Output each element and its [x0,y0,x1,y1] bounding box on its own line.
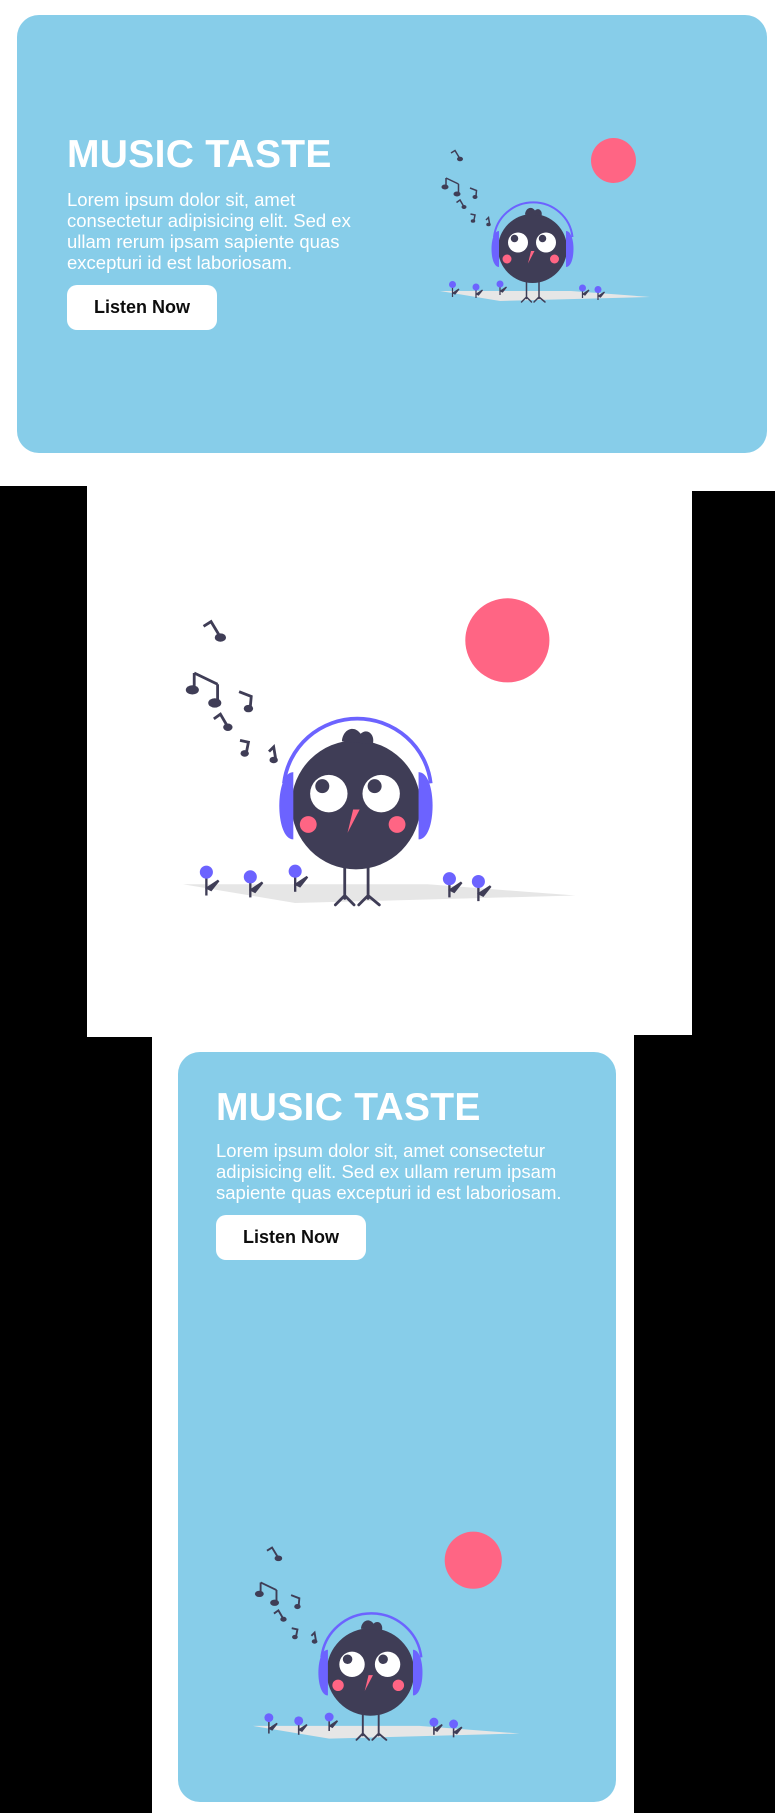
bird-with-headphones-icon [181,596,578,907]
hero-title: MUSIC TASTE [67,133,332,176]
bird-with-headphones-icon [439,137,651,303]
listen-now-button[interactable]: Listen Now [67,285,217,330]
background-block [692,491,775,1035]
background-block [0,486,87,1813]
hero-title-mobile: MUSIC TASTE [216,1086,481,1129]
background-block [634,1035,692,1813]
hero-description-mobile: Lorem ipsum dolor sit, amet consectetur … [216,1140,562,1203]
hero-description: Lorem ipsum dolor sit, amet consectetur … [67,189,351,273]
bird-with-headphones-icon [251,1530,521,1742]
background-block [692,1035,775,1813]
background-block [87,1037,152,1813]
listen-now-button-mobile[interactable]: Listen Now [216,1215,366,1260]
